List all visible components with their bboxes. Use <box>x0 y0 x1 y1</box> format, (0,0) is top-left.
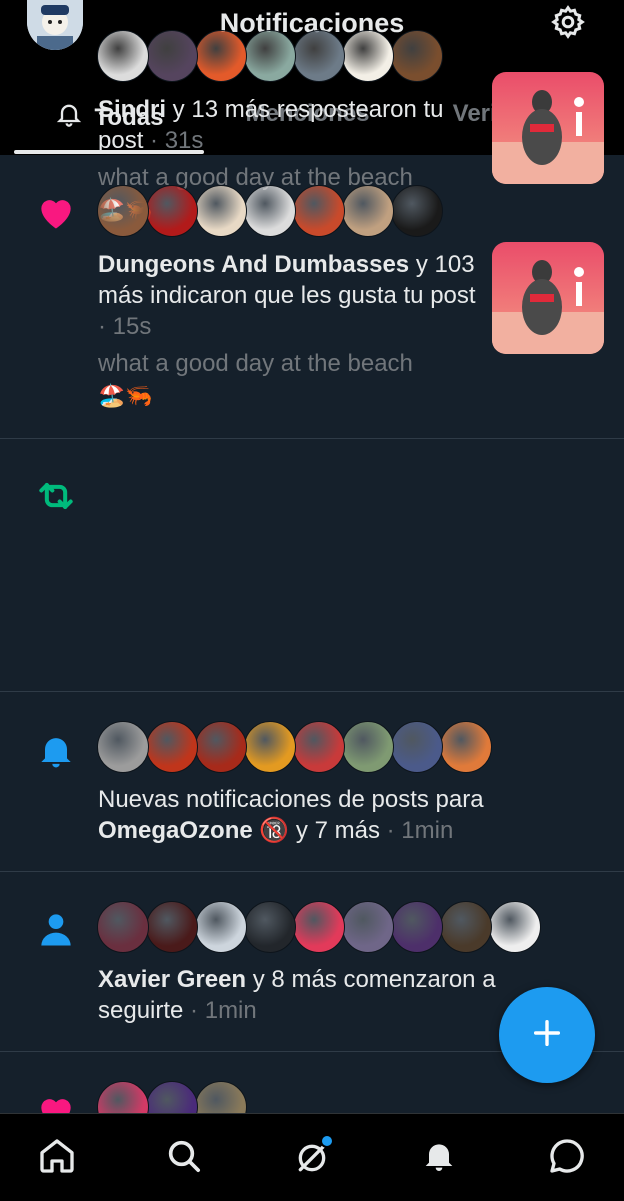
avatar[interactable] <box>342 185 394 237</box>
notification-text: Dungeons And Dumbasses y 103 más indicar… <box>98 249 478 342</box>
avatar[interactable] <box>391 185 443 237</box>
avatar[interactable] <box>489 901 541 953</box>
avatar[interactable] <box>97 1081 149 1113</box>
avatar[interactable] <box>342 901 394 953</box>
search-icon <box>164 1136 204 1181</box>
avatar[interactable] <box>97 30 149 82</box>
avatar[interactable] <box>195 721 247 773</box>
avatar[interactable] <box>244 721 296 773</box>
avatar[interactable] <box>391 30 443 82</box>
home-icon <box>37 1136 77 1181</box>
plus-icon <box>530 1016 564 1055</box>
nav-home[interactable] <box>33 1134 81 1182</box>
avatar[interactable] <box>244 901 296 953</box>
avatar[interactable] <box>342 721 394 773</box>
post-preview-text: what a good day at the beach <box>98 350 413 377</box>
avatar[interactable] <box>244 185 296 237</box>
post-thumbnail[interactable] <box>492 72 604 184</box>
avatar[interactable] <box>195 901 247 953</box>
grok-icon <box>292 1134 334 1178</box>
settings-button[interactable] <box>546 4 590 44</box>
notification-text: Nuevas notificaciones de posts para Omeg… <box>98 784 568 846</box>
action-text: y 7 más <box>289 817 380 844</box>
nav-grok[interactable] <box>288 1134 336 1182</box>
actor-name[interactable]: Sindri <box>98 96 166 123</box>
avatar[interactable] <box>146 901 198 953</box>
avatar[interactable] <box>195 1081 247 1113</box>
notification-repost[interactable] <box>0 438 624 692</box>
avatar[interactable] <box>293 901 345 953</box>
bell-icon <box>55 100 83 135</box>
nav-notifications[interactable] <box>415 1134 463 1182</box>
repost-icon <box>34 474 78 518</box>
avatar[interactable] <box>97 185 149 237</box>
action-text: Nuevas notificaciones de posts para <box>98 786 484 813</box>
notification-posts[interactable]: Nuevas notificaciones de posts para Omeg… <box>0 691 624 872</box>
notification-like[interactable]: Dungeons And Dumbasses y 103 más indicar… <box>0 155 624 439</box>
timestamp: · 1min <box>379 817 454 844</box>
avatar[interactable] <box>195 30 247 82</box>
actor-name[interactable]: OmegaOzone <box>98 817 253 844</box>
avatar[interactable] <box>293 185 345 237</box>
avatar[interactable] <box>146 185 198 237</box>
bell-filled-icon <box>34 729 78 773</box>
avatar[interactable] <box>391 721 443 773</box>
timestamp: · 1min <box>183 997 257 1024</box>
timestamp: · 15s <box>98 313 152 340</box>
nav-search[interactable] <box>160 1134 208 1182</box>
avatar[interactable] <box>146 1081 198 1113</box>
notification-text: Sindri y 13 más respostearon tu post · 3… <box>98 94 478 156</box>
avatar[interactable] <box>342 30 394 82</box>
notification-dot <box>320 1134 334 1148</box>
avatar[interactable] <box>293 30 345 82</box>
notification-text: Xavier Green y 8 más comenzaron a seguir… <box>98 964 558 1026</box>
timestamp: · 31s <box>143 127 204 154</box>
gear-icon <box>550 4 586 45</box>
compose-button[interactable] <box>499 987 595 1083</box>
avatar[interactable] <box>146 30 198 82</box>
avatar[interactable] <box>391 901 443 953</box>
bell-filled-icon <box>419 1136 459 1181</box>
avatar[interactable] <box>244 30 296 82</box>
badge: 🔞 <box>259 817 290 844</box>
nav-messages[interactable] <box>543 1134 591 1182</box>
person-icon <box>34 907 78 951</box>
chat-icon <box>547 1136 587 1181</box>
avatar[interactable] <box>293 721 345 773</box>
post-emoji: 🏖️🦐 <box>98 383 153 408</box>
avatar[interactable] <box>97 901 149 953</box>
heart-icon <box>34 1089 78 1113</box>
bottom-nav <box>0 1113 624 1201</box>
post-thumbnail[interactable] <box>492 242 604 354</box>
actor-name[interactable]: Dungeons And Dumbasses <box>98 251 409 278</box>
heart-icon <box>34 190 78 234</box>
avatar[interactable] <box>440 901 492 953</box>
avatar[interactable] <box>440 721 492 773</box>
avatar[interactable] <box>97 721 149 773</box>
actor-name[interactable]: Xavier Green <box>98 966 246 993</box>
avatar[interactable] <box>195 185 247 237</box>
avatar[interactable] <box>146 721 198 773</box>
